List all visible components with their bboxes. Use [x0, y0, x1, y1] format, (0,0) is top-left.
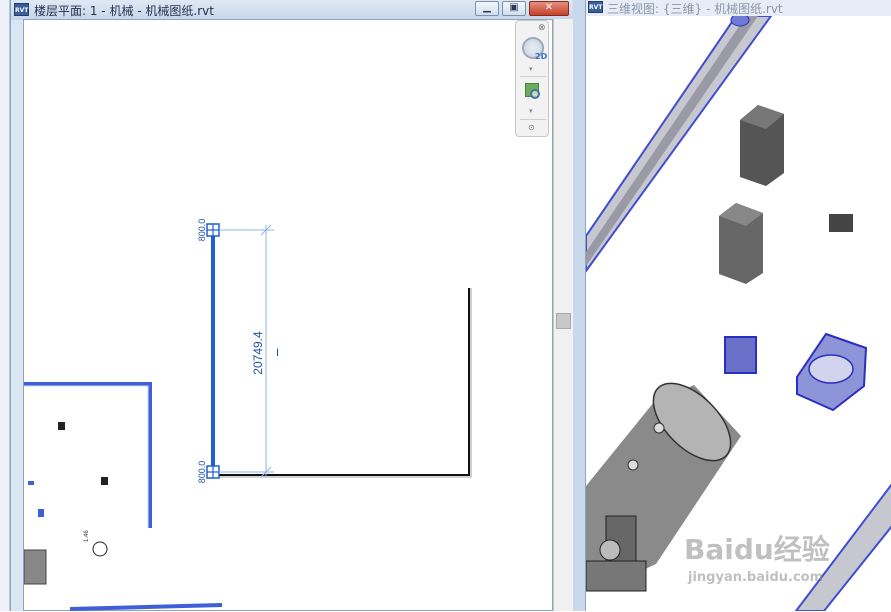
close-icon: ✕ — [544, 2, 554, 13]
revit-application: RVT 楼层平面: 1 - 机械 - 机械图纸.rvt ▁ ▣ ✕ 20749.… — [0, 0, 891, 611]
nav-separator — [520, 76, 546, 77]
pipe-offset-label-top: 800.0 — [197, 219, 207, 242]
3d-model-drawing[interactable] — [586, 16, 891, 611]
tank-nozzle — [627, 459, 639, 471]
wall-line-inner — [219, 288, 472, 478]
2d-badge: 2D — [535, 52, 548, 61]
nav-options-icon[interactable]: ⊙ — [528, 123, 535, 132]
drain-symbol[interactable] — [92, 541, 108, 557]
fixture-symbol[interactable] — [101, 477, 108, 485]
3d-view-canvas[interactable]: Baidu经验 jingyan.baidu.com — [586, 16, 891, 611]
tank-nozzle — [653, 422, 665, 434]
navigation-bar: ⊗ 2D ▾ ▾ ⊙ — [515, 20, 549, 137]
floor-plan-title-bar[interactable]: RVT 楼层平面: 1 - 机械 - 机械图纸.rvt ▁ ▣ ✕ — [11, 0, 574, 20]
small-device[interactable] — [829, 214, 853, 232]
3d-view-window: RVT 三维视图: {三维} - 机械图纸.rvt Baidu经验 jingya… — [585, 0, 891, 611]
baidu-watermark-url: jingyan.baidu.com — [688, 570, 824, 585]
view-splitter[interactable] — [573, 0, 585, 611]
floor-plan-view-window: RVT 楼层平面: 1 - 机械 - 机械图纸.rvt ▁ ▣ ✕ 20749.… — [10, 0, 574, 611]
vertical-scrollbar[interactable] — [553, 19, 574, 611]
rvt-file-icon: RVT — [14, 3, 29, 16]
toilet-fixture[interactable] — [724, 336, 757, 374]
floor-plan-title: 楼层平面: 1 - 机械 - 机械图纸.rvt — [34, 4, 214, 18]
pipe-offset-label-bottom: 800.0 — [197, 461, 207, 484]
magnifier-icon — [530, 89, 540, 99]
dimension-value-text[interactable]: 20749.4 — [251, 331, 265, 375]
pipe-run-left-highlight — [24, 385, 149, 528]
pipe-fitting-top[interactable] — [730, 16, 750, 27]
wall-line[interactable] — [219, 288, 470, 476]
nav-separator — [520, 119, 546, 120]
minimize-button[interactable]: ▁ — [475, 1, 499, 16]
equipment-block[interactable] — [24, 549, 47, 585]
pipe-run-bottom[interactable] — [69, 603, 223, 611]
floor-plan-drawing[interactable]: 20749.4 I 800.0 800.0 1.46 — [24, 20, 554, 612]
minimize-icon: ▁ — [483, 2, 491, 13]
pipe-run-left[interactable] — [24, 382, 152, 528]
scrollbar-thumb[interactable] — [556, 313, 571, 329]
bathtub-basin — [808, 354, 854, 384]
tank-base[interactable] — [586, 560, 647, 592]
restore-button[interactable]: ▣ — [502, 1, 526, 16]
restore-icon: ▣ — [509, 2, 519, 13]
floor-plan-canvas[interactable]: 20749.4 I 800.0 800.0 1.46 ⊗ 2D ▾ ▾ ⊙ — [23, 19, 553, 611]
tank-valve — [599, 539, 621, 561]
3d-view-title: 三维视图: {三维} - 机械图纸.rvt — [607, 2, 783, 16]
close-button[interactable]: ✕ — [529, 1, 569, 16]
fixture-symbol-blue[interactable] — [38, 509, 44, 517]
rvt-file-icon: RVT — [588, 1, 603, 13]
3d-view-title-bar[interactable]: RVT 三维视图: {三维} - 机械图纸.rvt — [586, 0, 891, 16]
fixture-symbol-blue[interactable] — [28, 481, 34, 485]
fixture-symbol[interactable] — [58, 422, 65, 430]
project-browser-edge[interactable] — [0, 0, 10, 611]
baidu-watermark-logo: Baidu经验 — [684, 533, 830, 566]
zoom-dropdown-icon[interactable]: ▾ — [529, 107, 533, 115]
drain-label: 1.46 — [84, 530, 90, 542]
nav-bar-close-icon[interactable]: ⊗ — [538, 23, 546, 33]
wheel-dropdown-icon[interactable]: ▾ — [529, 65, 533, 73]
dimension-text-cursor-icon: I — [276, 347, 279, 359]
